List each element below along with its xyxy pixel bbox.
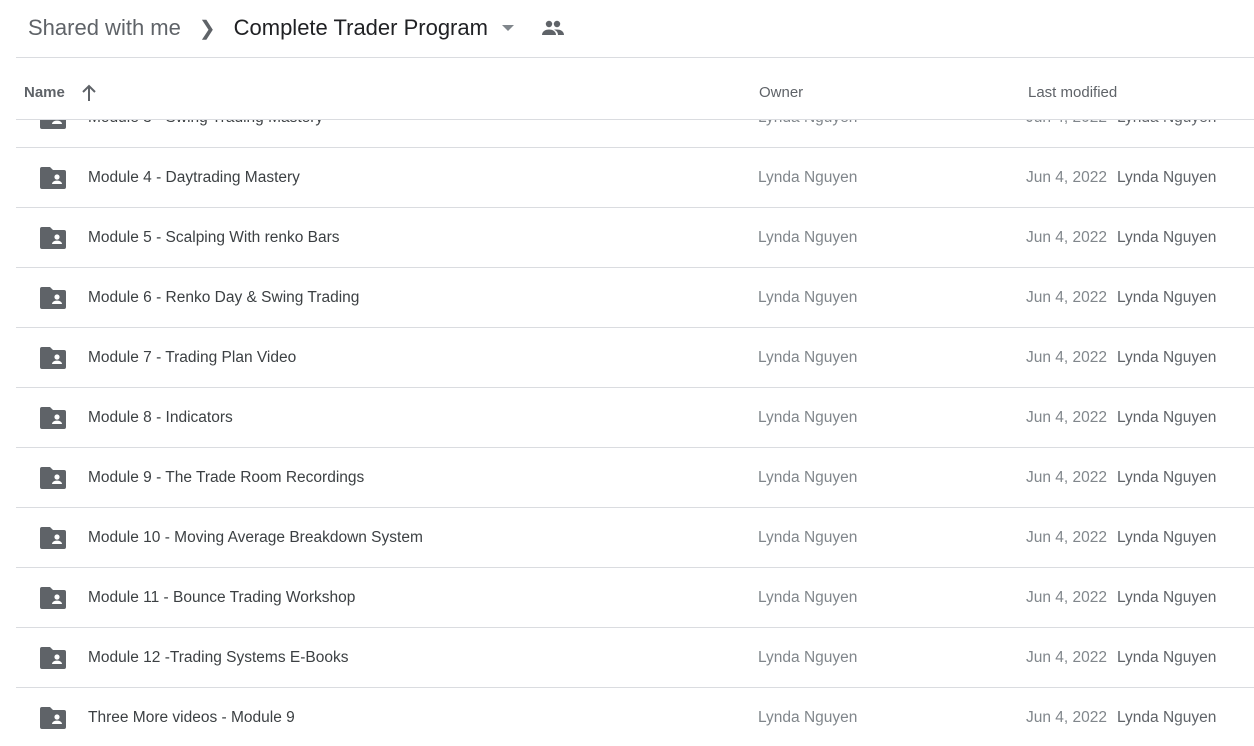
file-row[interactable]: Module 7 - Trading Plan Video Lynda Nguy… [16,328,1254,388]
file-name[interactable]: Three More videos - Module 9 [88,709,295,727]
owner: Lynda Nguyen [758,409,858,426]
owner: Lynda Nguyen [758,589,858,606]
file-row[interactable]: Module 9 - The Trade Room Recordings Lyn… [16,448,1254,508]
column-header-row: Name Owner Last modified [16,58,1254,120]
shared-folder-icon [40,287,66,309]
file-row[interactable]: Module 4 - Daytrading Mastery Lynda Nguy… [16,148,1254,208]
file-row[interactable]: Module 11 - Bounce Trading Workshop Lynd… [16,568,1254,628]
file-name[interactable]: Module 3 - Swing Trading Mastery [88,120,323,127]
file-name[interactable]: Module 8 - Indicators [88,409,233,427]
owner: Lynda Nguyen [758,649,858,666]
file-row[interactable]: Module 6 - Renko Day & Swing Trading Lyn… [16,268,1254,328]
column-owner[interactable]: Owner [759,84,803,101]
owner: Lynda Nguyen [758,289,858,306]
modified-date: Jun 4, 2022 [1026,120,1107,127]
file-row[interactable]: Module 3 - Swing Trading Mastery Lynda N… [16,120,1254,148]
modified-by: Lynda Nguyen [1117,289,1217,306]
file-list[interactable]: Module 3 - Swing Trading Mastery Lynda N… [16,120,1254,746]
shared-folder-icon [40,527,66,549]
owner: Lynda Nguyen [758,120,857,127]
shared-folder-icon [40,347,66,369]
modified-date: Jun 4, 2022 [1026,589,1108,606]
shared-folder-icon [40,227,66,249]
file-name[interactable]: Module 12 -Trading Systems E-Books [88,649,348,667]
file-name[interactable]: Module 6 - Renko Day & Swing Trading [88,289,359,307]
file-row[interactable]: Module 12 -Trading Systems E-Books Lynda… [16,628,1254,688]
shared-folder-icon [40,120,66,129]
file-row[interactable]: Three More videos - Module 9 Lynda Nguye… [16,688,1254,746]
dropdown-caret-icon[interactable] [501,25,514,31]
owner: Lynda Nguyen [758,169,858,186]
owner: Lynda Nguyen [758,229,858,246]
modified-date: Jun 4, 2022 [1026,349,1108,366]
file-name[interactable]: Module 4 - Daytrading Mastery [88,169,300,187]
file-row[interactable]: Module 8 - Indicators Lynda Nguyen Jun 4… [16,388,1254,448]
file-name[interactable]: Module 11 - Bounce Trading Workshop [88,589,355,607]
modified-date: Jun 4, 2022 [1026,229,1108,246]
modified-by: Lynda Nguyen [1117,649,1217,666]
shared-folder-icon [40,647,66,669]
file-name[interactable]: Module 7 - Trading Plan Video [88,349,296,367]
modified-by: Lynda Nguyen [1117,349,1217,366]
owner: Lynda Nguyen [758,349,858,366]
owner: Lynda Nguyen [758,469,858,486]
file-name[interactable]: Module 9 - The Trade Room Recordings [88,469,364,487]
modified-by: Lynda Nguyen [1117,229,1217,246]
shared-folder-icon [40,407,66,429]
owner: Lynda Nguyen [758,709,858,726]
shared-folder-icon [40,707,66,729]
file-row[interactable]: Module 5 - Scalping With renko Bars Lynd… [16,208,1254,268]
file-name[interactable]: Module 5 - Scalping With renko Bars [88,229,340,247]
modified-by: Lynda Nguyen [1117,589,1217,606]
breadcrumb-current-folder[interactable]: Complete Trader Program [234,15,488,41]
modified-by: Lynda Nguyen [1117,120,1216,127]
modified-by: Lynda Nguyen [1117,469,1217,486]
modified-date: Jun 4, 2022 [1026,529,1108,546]
owner: Lynda Nguyen [758,529,858,546]
modified-date: Jun 4, 2022 [1026,169,1108,186]
modified-date: Jun 4, 2022 [1026,409,1108,426]
shared-folder-icon [40,587,66,609]
column-last-modified[interactable]: Last modified [1028,84,1117,101]
modified-by: Lynda Nguyen [1117,529,1217,546]
modified-by: Lynda Nguyen [1117,169,1217,186]
modified-by: Lynda Nguyen [1117,409,1217,426]
shared-folder-icon [40,467,66,489]
shared-people-icon[interactable] [541,20,564,36]
modified-by: Lynda Nguyen [1117,709,1217,726]
file-row[interactable]: Module 10 - Moving Average Breakdown Sys… [16,508,1254,568]
breadcrumb-shared-with-me[interactable]: Shared with me [28,15,181,41]
shared-folder-icon [40,167,66,189]
breadcrumb: Shared with me ❯ Complete Trader Program [28,12,564,44]
modified-date: Jun 4, 2022 [1026,709,1108,726]
sort-ascending-arrow-icon[interactable] [80,84,98,102]
file-name[interactable]: Module 10 - Moving Average Breakdown Sys… [88,529,423,547]
chevron-right-icon: ❯ [198,17,216,40]
modified-date: Jun 4, 2022 [1026,649,1108,666]
modified-date: Jun 4, 2022 [1026,289,1108,306]
modified-date: Jun 4, 2022 [1026,469,1108,486]
column-name[interactable]: Name [24,84,65,101]
